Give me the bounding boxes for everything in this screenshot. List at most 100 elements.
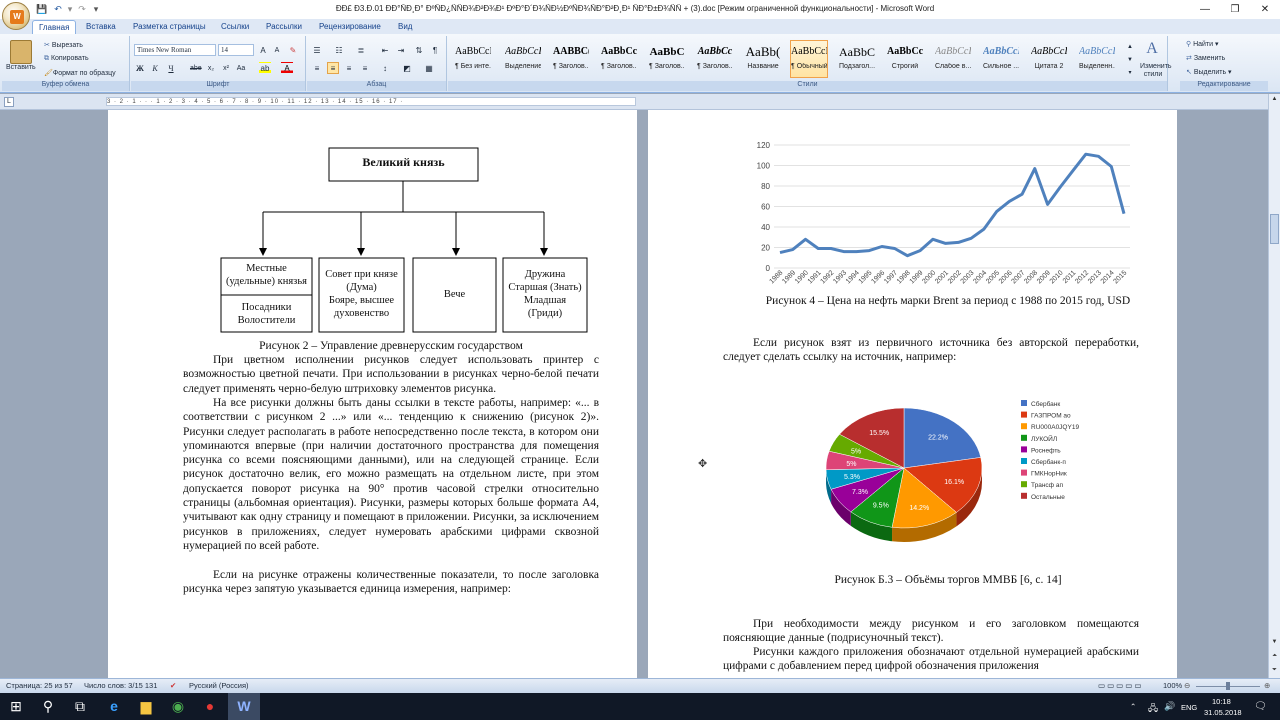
language-indicator[interactable]: Русский (Россия) <box>189 681 249 690</box>
next-page-icon[interactable]: ⏷ <box>1269 665 1280 676</box>
scroll-down-icon[interactable]: ▼ <box>1269 637 1280 648</box>
copy-button[interactable]: ⧉ Копировать <box>44 55 89 63</box>
change-case-icon[interactable]: Aa <box>235 62 247 74</box>
clear-formatting-icon[interactable]: ✎ <box>287 44 299 56</box>
style-heading-4[interactable]: AaBbCc ¶ Заголов... <box>696 40 734 78</box>
word-taskbar-icon[interactable]: W <box>228 693 260 720</box>
style-no-spacing[interactable]: AaBbCcI ¶ Без инте... <box>454 40 492 78</box>
scrollbar-thumb[interactable] <box>1270 214 1279 244</box>
show-marks-icon[interactable]: ¶ <box>429 44 441 56</box>
clock-date[interactable]: 31.05.2018 <box>1204 708 1242 717</box>
select-button[interactable]: ↖ Выделить ▾ <box>1186 68 1232 76</box>
paste-icon[interactable] <box>10 40 32 64</box>
paste-button[interactable]: Вставить <box>6 64 36 71</box>
strikethrough-icon[interactable]: abe <box>189 62 202 74</box>
change-styles-icon[interactable]: A <box>1141 40 1163 60</box>
font-size-select[interactable]: 14 <box>218 44 254 56</box>
style-subtitle[interactable]: AaBbC Подзагол... <box>838 40 876 78</box>
qat-customize-icon[interactable]: ▾ <box>90 3 102 15</box>
windows-start-icon[interactable]: ⊞ <box>0 693 32 720</box>
sort-icon[interactable]: ⇅ <box>413 44 425 56</box>
zoom-in-icon[interactable]: ⊕ <box>1264 681 1270 690</box>
input-language[interactable]: ENG <box>1181 703 1197 712</box>
close-button[interactable]: ✕ <box>1250 0 1280 19</box>
bold-button[interactable]: Ж <box>134 62 146 74</box>
borders-icon[interactable]: ▦ <box>423 62 435 74</box>
decrease-indent-icon[interactable]: ⇤ <box>379 44 391 56</box>
highlight-icon[interactable]: ab <box>259 62 271 74</box>
superscript-icon[interactable]: x² <box>220 62 232 74</box>
scroll-up-icon[interactable]: ▲ <box>1269 94 1280 105</box>
styles-scroll-up-icon[interactable]: ▲ <box>1124 40 1136 52</box>
format-painter-button[interactable]: 🖌Формат по образцу <box>44 69 116 77</box>
chrome-icon[interactable]: ◉ <box>162 693 194 720</box>
tab-page-layout[interactable]: Разметка страницы <box>127 20 212 35</box>
font-name-select[interactable]: Times New Roman <box>134 44 216 56</box>
notifications-icon[interactable]: 🗨 <box>1254 701 1267 712</box>
find-button[interactable]: ⚲ Найти ▾ <box>1186 40 1219 48</box>
shading-icon[interactable]: ◩ <box>401 62 413 74</box>
style-heading-1[interactable]: AABBC(¶ Заголов... <box>552 40 590 78</box>
tab-view[interactable]: Вид <box>392 20 418 35</box>
style-title[interactable]: AaBb(Название <box>744 40 782 78</box>
tab-references[interactable]: Ссылки <box>215 20 255 35</box>
edge-icon[interactable]: e <box>98 693 130 720</box>
style-heading-3[interactable]: AaBbC ¶ Заголов... <box>648 40 686 78</box>
zoom-level[interactable]: 100% <box>1163 681 1182 690</box>
grow-font-icon[interactable]: A <box>257 44 269 56</box>
tab-review[interactable]: Рецензирование <box>313 20 387 35</box>
style-quote-2[interactable]: AaBbCcI Цитата 2 <box>1030 40 1068 78</box>
task-view-icon[interactable]: ⧉ <box>64 693 96 720</box>
styles-more-icon[interactable]: ▾ <box>1124 66 1136 78</box>
zoom-out-icon[interactable]: ⊖ <box>1184 681 1190 690</box>
page-counter[interactable]: Страница: 25 из 57 <box>6 681 73 690</box>
tab-insert[interactable]: Вставка <box>80 20 122 35</box>
undo-icon[interactable]: ↶ <box>52 3 64 15</box>
word-count[interactable]: Число слов: 3/15 131 <box>84 681 157 690</box>
redo-icon[interactable]: ↷ <box>76 3 88 15</box>
record-icon[interactable]: ● <box>194 693 226 720</box>
vertical-scrollbar[interactable]: ▲ ▼ ⏶ ⏷ <box>1268 94 1280 678</box>
document-page-right[interactable]: 0 20 40 60 80 100 120 1988 1989 1990 1991 1992 1993 1… <box>648 110 1177 678</box>
font-color-icon[interactable]: A <box>281 62 293 74</box>
style-emphasis[interactable]: AaBbCcI Выделение <box>504 40 542 78</box>
search-icon[interactable]: ⚲ <box>32 693 64 720</box>
tab-home[interactable]: Главная <box>32 20 77 35</box>
style-intense-quote[interactable]: AaBbCcI Выделенн... <box>1078 40 1116 78</box>
tray-up-icon[interactable]: ⌃ <box>1130 702 1136 711</box>
restore-button[interactable]: ❐ <box>1220 0 1250 19</box>
volume-icon[interactable]: 🔊 <box>1164 701 1175 712</box>
prev-page-icon[interactable]: ⏶ <box>1269 651 1280 662</box>
office-button[interactable]: W <box>2 2 30 30</box>
replace-button[interactable]: ⇄ Заменить <box>1186 54 1225 62</box>
style-intense-emphasis[interactable]: AaBbCcI Сильное ... <box>982 40 1020 78</box>
explorer-icon[interactable]: ▆ <box>130 693 162 720</box>
minimize-button[interactable]: — <box>1190 0 1220 19</box>
align-left-icon[interactable]: ≡ <box>311 62 323 74</box>
subscript-icon[interactable]: x₂ <box>205 62 217 74</box>
increase-indent-icon[interactable]: ⇥ <box>395 44 407 56</box>
line-spacing-icon[interactable]: ↕ <box>379 62 391 74</box>
undo-dropdown-icon[interactable]: ▾ <box>64 3 76 15</box>
network-icon[interactable]: 🖧 <box>1148 701 1158 717</box>
align-right-icon[interactable]: ≡ <box>343 62 355 74</box>
horizontal-ruler[interactable]: L 3 · 2 · 1 · · · 1 · 2 · 3 · 4 · 5 · 6 … <box>0 94 1280 110</box>
multilevel-list-icon[interactable]: ≣ <box>355 44 367 56</box>
style-subtle-emphasis[interactable]: AaBbCcI Слабое в... <box>934 40 972 78</box>
style-heading-2[interactable]: AaBbCcI¶ Заголов... <box>600 40 638 78</box>
styles-scroll-down-icon[interactable]: ▼ <box>1124 53 1136 65</box>
zoom-slider-thumb[interactable] <box>1226 682 1230 690</box>
style-normal[interactable]: AaBbCcI ¶ Обычный <box>790 40 828 78</box>
shrink-font-icon[interactable]: A <box>271 44 283 56</box>
cut-button[interactable]: ✂ Вырезать <box>44 41 83 49</box>
tab-selector-icon[interactable]: L <box>4 97 14 107</box>
bullets-icon[interactable]: ☰ <box>311 44 323 56</box>
italic-button[interactable]: К <box>149 62 161 74</box>
style-strong[interactable]: AaBbCcIСтрогий <box>886 40 924 78</box>
tab-mailings[interactable]: Рассылки <box>260 20 308 35</box>
underline-button[interactable]: Ч <box>165 62 177 74</box>
document-page-left[interactable]: Великий князь Местные (удельные) князья … <box>108 110 637 678</box>
align-center-icon[interactable]: ≡ <box>327 62 339 74</box>
change-styles-button[interactable]: Изменить стили <box>1140 63 1172 79</box>
numbering-icon[interactable]: ☷ <box>333 44 345 56</box>
